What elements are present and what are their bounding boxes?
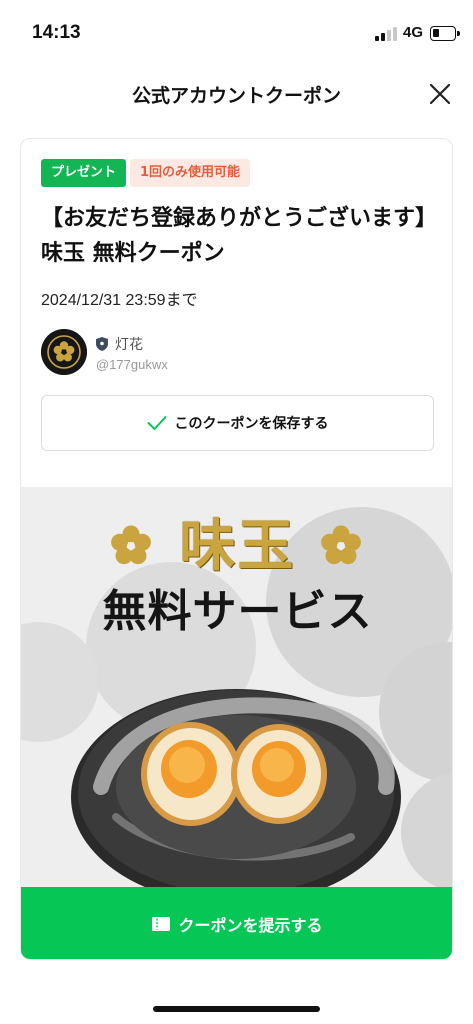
page-title: 公式アカウントクーポン <box>131 85 341 107</box>
tag-row: プレゼント 1回のみ使用可能 <box>41 159 251 187</box>
account-id: @177gukwx <box>96 357 168 372</box>
coupon-title: 【お友だち登録ありがとうございます】味玉 無料クーポン <box>41 206 438 266</box>
save-coupon-label: このクーポンを保存する <box>174 416 329 432</box>
status-time: 14:13 <box>32 22 81 43</box>
header: 公式アカウントクーポン <box>0 70 473 120</box>
account-info[interactable]: 灯花 @177gukwx <box>41 329 421 375</box>
close-icon[interactable] <box>425 79 455 109</box>
usage-limit-tag: 1回のみ使用可能 <box>130 159 251 187</box>
show-coupon-label: クーポンを提示する <box>178 916 323 935</box>
account-name: 灯花 <box>115 337 143 353</box>
present-tag: プレゼント <box>41 159 127 187</box>
promo-subheadline: 無料サービス <box>102 586 373 637</box>
coupon-image: 味玉 無料サービス <box>21 487 452 887</box>
show-coupon-button[interactable]: クーポンを提示する <box>21 887 452 959</box>
battery-icon <box>430 26 460 41</box>
avatar <box>41 329 87 375</box>
signal-icon <box>375 27 397 41</box>
expiry-date: 2024/12/31 23:59まで <box>41 292 198 309</box>
home-indicator <box>153 1006 320 1012</box>
ticket-icon <box>152 917 171 931</box>
coupon-card: プレゼント 1回のみ使用可能 【お友だち登録ありがとうございます】味玉 無料クーポ… <box>20 138 453 960</box>
check-icon <box>147 416 166 430</box>
promo-headline: 味玉 <box>179 514 296 579</box>
save-coupon-button[interactable]: このクーポンを保存する <box>41 395 434 451</box>
network-label: 4G <box>403 24 424 41</box>
shield-icon <box>96 337 108 351</box>
status-bar: 14:13 4G <box>0 0 473 70</box>
